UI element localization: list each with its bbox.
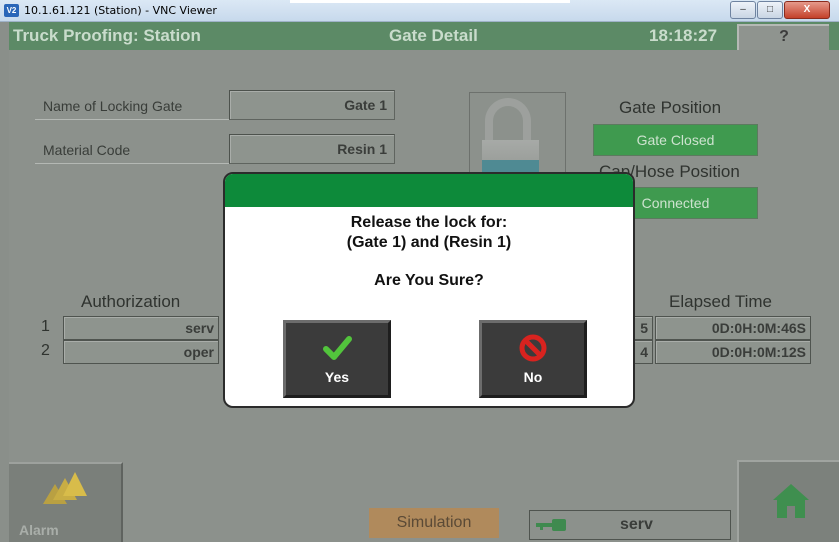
maximize-button[interactable]: □ bbox=[757, 1, 783, 19]
dialog-question: Are You Sure? bbox=[374, 272, 484, 289]
clock: 18:18:27 bbox=[649, 26, 718, 45]
hmi-header: Truck Proofing: Station Gate Detail 18:1… bbox=[9, 22, 839, 50]
titlebar-divider bbox=[290, 0, 570, 3]
alarm-label: Alarm bbox=[19, 522, 59, 538]
window-title: 10.1.61.121 (Station) - VNC Viewer bbox=[24, 4, 217, 17]
dialog-header bbox=[225, 174, 633, 207]
gate-name-label: Name of Locking Gate bbox=[43, 98, 183, 114]
confirm-dialog: Release the lock for: (Gate 1) and (Resi… bbox=[223, 172, 635, 408]
auth-user-cell: oper bbox=[63, 340, 219, 364]
help-button[interactable]: ? bbox=[737, 24, 829, 50]
app-title: Truck Proofing: Station bbox=[13, 26, 201, 45]
home-icon bbox=[773, 484, 809, 518]
dialog-message-line2: (Gate 1) and (Resin 1) bbox=[346, 234, 512, 251]
vnc-logo-icon: V2 bbox=[4, 4, 19, 17]
material-code-field[interactable]: Resin 1 bbox=[229, 134, 395, 164]
yes-button[interactable]: Yes bbox=[283, 320, 391, 398]
minimize-button[interactable]: – bbox=[730, 1, 756, 19]
elapsed-time-cell: 0D:0H:0M:46S bbox=[655, 316, 811, 340]
authorization-title: Authorization bbox=[81, 292, 181, 311]
home-button[interactable] bbox=[737, 460, 839, 542]
page-title: Gate Detail bbox=[389, 26, 478, 45]
elapsed-time-title: Elapsed Time bbox=[669, 292, 772, 311]
warning-triangles-icon bbox=[43, 472, 87, 504]
elapsed-time-cell: 0D:0H:0M:12S bbox=[655, 340, 811, 364]
auth-user-cell: serv bbox=[63, 316, 219, 340]
gate-position-title: Gate Position bbox=[619, 98, 722, 117]
current-user-box[interactable]: serv bbox=[529, 510, 731, 540]
gate-name-field[interactable]: Gate 1 bbox=[229, 90, 395, 120]
vnc-titlebar: V2 10.1.61.121 (Station) - VNC Viewer – … bbox=[0, 0, 839, 22]
close-button[interactable]: X bbox=[784, 1, 830, 19]
checkmark-icon bbox=[323, 336, 352, 360]
prohibited-icon bbox=[519, 334, 547, 362]
auth-row-number: 1 bbox=[41, 318, 50, 335]
no-button-label: No bbox=[523, 369, 543, 385]
alarm-button[interactable]: Alarm bbox=[9, 462, 123, 542]
simulation-indicator: Simulation bbox=[369, 508, 499, 538]
current-user-name: serv bbox=[620, 516, 653, 533]
key-icon bbox=[536, 519, 566, 531]
dialog-message-line1: Release the lock for: bbox=[350, 214, 508, 231]
gate-status-indicator: Gate Closed bbox=[593, 124, 758, 156]
material-code-label: Material Code bbox=[43, 142, 131, 158]
auth-row-number: 2 bbox=[41, 342, 50, 359]
yes-button-label: Yes bbox=[324, 369, 350, 385]
no-button[interactable]: No bbox=[479, 320, 587, 398]
